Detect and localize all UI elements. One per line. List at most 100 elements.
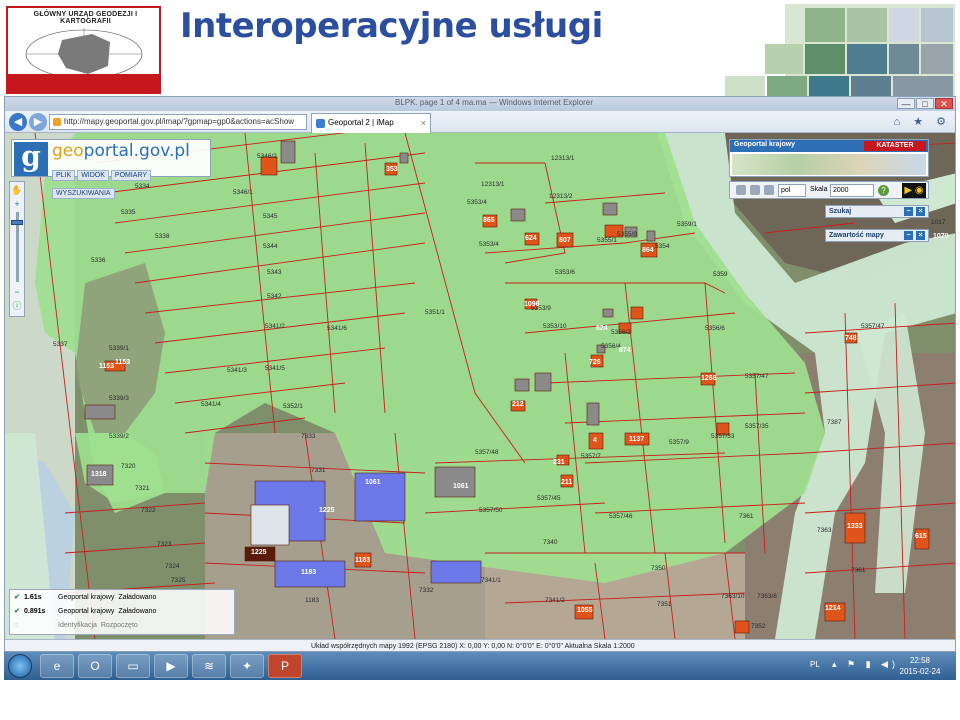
building-label: 624 bbox=[596, 325, 608, 332]
parcel-label: 5339/2 bbox=[109, 433, 129, 440]
back-button[interactable]: ◀ bbox=[9, 113, 27, 131]
parcel-label: 5353/10 bbox=[543, 323, 567, 330]
parcel-label: 5357/33 bbox=[711, 433, 735, 440]
parcel-label: 1017 bbox=[931, 219, 946, 226]
help-icon[interactable]: ? bbox=[878, 185, 889, 196]
parcel-label: 5353/4 bbox=[467, 199, 487, 206]
satellite-imagery-decoration bbox=[725, 4, 955, 96]
building-label: 212 bbox=[512, 401, 524, 408]
close-icon[interactable]: × bbox=[916, 231, 925, 240]
parcel-label: 5338 bbox=[155, 233, 170, 240]
parcel-label: 5341/4 bbox=[201, 401, 221, 408]
legend-icon[interactable] bbox=[736, 185, 746, 195]
parcel-label: 5346/1 bbox=[233, 189, 253, 196]
taskbar-network[interactable]: ≋ bbox=[192, 654, 226, 678]
tray-icons[interactable]: ▴ ⚑ ▮ ◀) bbox=[832, 659, 899, 670]
zoom-in-icon[interactable]: + bbox=[11, 198, 23, 210]
map-viewport[interactable]: 5346/2 5346/1 5335 5334 5338 5345 5344 5… bbox=[5, 133, 956, 639]
parcel-label: 5353/6 bbox=[555, 269, 575, 276]
building-label: 231 bbox=[553, 459, 565, 466]
parcel-label: 5337 bbox=[53, 341, 68, 348]
parcel-label: 7323 bbox=[157, 541, 172, 548]
info-icon[interactable]: ⓘ bbox=[11, 300, 23, 312]
close-icon[interactable]: × bbox=[916, 207, 925, 216]
scale-input[interactable]: 2000 bbox=[830, 184, 874, 197]
taskbar-explorer[interactable]: ▭ bbox=[116, 654, 150, 678]
parcel-label: 12313/1 bbox=[481, 181, 505, 188]
building-label: 4 bbox=[593, 437, 597, 444]
tab-close-icon[interactable]: × bbox=[421, 114, 426, 132]
menu-widok[interactable]: WIDOK bbox=[77, 170, 109, 181]
parcel-label: 7351 bbox=[657, 601, 672, 608]
scale-label: Skala bbox=[810, 186, 828, 193]
parcel-label: 5346/2 bbox=[257, 153, 277, 160]
menu-plik[interactable]: PLIK bbox=[52, 170, 76, 181]
collapse-icon[interactable]: − bbox=[904, 207, 913, 216]
taskbar-app[interactable]: ✦ bbox=[230, 654, 264, 678]
menu-pomiary[interactable]: POMIARY bbox=[110, 170, 152, 181]
menu-wyszukiwania[interactable]: WYSZUKIWANIA bbox=[52, 188, 115, 199]
language-select[interactable]: pol bbox=[778, 184, 806, 197]
map-contents-panel[interactable]: Zawartość mapy − × bbox=[825, 229, 929, 242]
parcel-label: 5355/1 bbox=[597, 237, 617, 244]
slide-footer bbox=[0, 682, 960, 720]
pan-hand-icon[interactable]: ✋ bbox=[11, 184, 23, 196]
zoom-slider-thumb[interactable] bbox=[11, 220, 23, 225]
print-icon[interactable] bbox=[750, 185, 760, 195]
tab-geoportal[interactable]: Geoportal 2 | iMap × bbox=[311, 113, 431, 133]
minimize-button[interactable]: — bbox=[897, 98, 915, 109]
parcel-label: 5352/1 bbox=[283, 403, 303, 410]
tab-favicon-icon bbox=[316, 119, 325, 128]
search-panel-title: Szukaj bbox=[829, 208, 852, 215]
taskbar-internet-explorer[interactable]: e bbox=[40, 654, 74, 678]
zoom-out-icon[interactable]: − bbox=[11, 286, 23, 298]
poland-map-icon bbox=[25, 28, 143, 80]
browser-tool-icons[interactable]: ⌂ ★ ⚙ bbox=[894, 115, 951, 128]
reference-map-panel: Geoportal krajowy KATASTER bbox=[729, 139, 929, 177]
tray-language[interactable]: PL bbox=[810, 660, 820, 669]
browser-toolbar: ◀ ▶ http://mapy.geoportal.gov.pl/imap/?g… bbox=[5, 111, 955, 133]
close-button[interactable]: ✕ bbox=[935, 98, 953, 109]
collapse-icon[interactable]: − bbox=[904, 231, 913, 240]
map-navigation-toolbar: ✋ + − ⓘ bbox=[9, 181, 25, 317]
parcel-label: 5357/47 bbox=[745, 373, 769, 380]
parcel-label: 5359 bbox=[713, 271, 728, 278]
taskbar-powerpoint[interactable]: P bbox=[268, 654, 302, 678]
building-label: 1137 bbox=[629, 436, 645, 443]
geoportal-menu: PLIK WIDOK POMIARY WYSZUKIWANIA bbox=[52, 164, 210, 199]
kataster-button[interactable]: KATASTER bbox=[864, 141, 926, 151]
building-label: 1183 bbox=[355, 557, 371, 564]
parcel-label: 5335 bbox=[121, 209, 136, 216]
address-bar[interactable]: http://mapy.geoportal.gov.pl/imap/?gpmap… bbox=[49, 114, 307, 130]
tray-clock-date[interactable]: 2015-02-24 bbox=[890, 667, 950, 676]
parcel-label: 5344 bbox=[263, 243, 278, 250]
building-label: 1183 bbox=[301, 569, 317, 576]
parcel-label: 7352 bbox=[751, 623, 766, 630]
save-icon[interactable] bbox=[764, 185, 774, 195]
tray-clock-time[interactable]: 22:58 bbox=[890, 656, 950, 665]
maximize-button[interactable]: □ bbox=[916, 98, 934, 109]
cadastral-map[interactable] bbox=[5, 133, 956, 639]
map-status-bar: Układ współrzędnych mapy 1992 (EPSG 2180… bbox=[5, 639, 955, 651]
building-label: 1333 bbox=[847, 523, 863, 530]
parcel-label: 5345 bbox=[263, 213, 278, 220]
log-entry: ✔ 0.891s Geoportal krajowy Załadowano bbox=[14, 606, 156, 618]
start-button[interactable] bbox=[8, 654, 32, 678]
logo-red-band bbox=[8, 74, 159, 92]
map-tools-bar: pol Skala 2000 ? ▶ ◉ bbox=[729, 181, 929, 199]
parcel-label: 7325 bbox=[171, 577, 186, 584]
building-label: 1061 bbox=[365, 479, 381, 486]
geoportal-logo: g geoportal.gov.pl PLIK WIDOK POMIARY WYSZU… bbox=[11, 139, 211, 199]
forward-button[interactable]: ▶ bbox=[29, 113, 47, 131]
reference-map-thumbnail[interactable] bbox=[732, 154, 926, 175]
visibility-toggle-icon[interactable]: ▶ ◉ bbox=[902, 183, 926, 198]
parcel-label: 5341/3 bbox=[227, 367, 247, 374]
building-label: 864 bbox=[642, 247, 654, 254]
taskbar-outlook[interactable]: O bbox=[78, 654, 112, 678]
parcel-label: 5351/1 bbox=[425, 309, 445, 316]
search-panel[interactable]: Szukaj − × bbox=[825, 205, 929, 218]
taskbar-media-player[interactable]: ▶ bbox=[154, 654, 188, 678]
parcel-label: 7332 bbox=[419, 587, 434, 594]
parcel-label: 7321 bbox=[135, 485, 150, 492]
map-contents-title: Zawartość mapy bbox=[829, 232, 884, 239]
